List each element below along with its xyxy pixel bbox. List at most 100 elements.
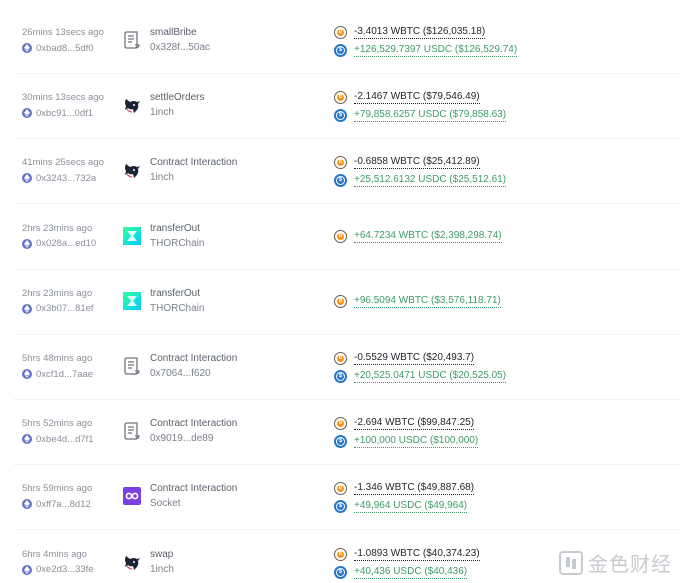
tx-amount[interactable]: B -3.4013 WBTC ($126,035.18) xyxy=(334,25,486,40)
tx-address-text: 0xff7a...8d12 xyxy=(36,498,91,510)
tx-address-text: 0x3b07...81ef xyxy=(36,303,94,315)
tx-amount[interactable]: $ +40,436 USDC ($40,436) xyxy=(334,565,468,580)
tx-amount-text: -0.6858 WBTC ($25,412.89) xyxy=(354,156,480,170)
ethereum-icon xyxy=(22,434,32,445)
tx-amount[interactable]: B +96.5094 WBTC ($3,576,118.71) xyxy=(334,294,501,309)
tx-address[interactable]: 0x028a...ed10 xyxy=(22,238,96,250)
tx-action: settleOrders xyxy=(150,92,205,104)
tx-action: transferOut xyxy=(150,287,201,299)
tx-address-text: 0xcf1d...7aae xyxy=(36,368,94,380)
usdc-icon: $ xyxy=(334,44,347,57)
row-divider xyxy=(14,203,680,205)
row-divider xyxy=(14,268,680,270)
usdc-icon: $ xyxy=(334,109,347,123)
tx-address[interactable]: 0xbe4d...d7f1 xyxy=(22,433,94,445)
tx-amount-text: -0.5529 WBTC ($20,493.7) xyxy=(354,352,475,365)
usdc-icon: $ xyxy=(334,174,347,188)
usdc-icon: $ xyxy=(334,500,347,514)
tx-amount[interactable]: B -1.346 WBTC ($49,887.68) xyxy=(334,481,475,496)
tx-amount[interactable]: $ +79,858.6257 USDC ($79,858.63) xyxy=(334,108,507,123)
tx-amount[interactable]: B +64.7234 WBTC ($2,398,298.74) xyxy=(334,229,502,244)
tx-amount[interactable]: $ +126,529.7397 USDC ($126,529.74) xyxy=(334,43,518,58)
wbtc-icon: B xyxy=(334,26,347,39)
tx-action: Contract Interaction xyxy=(150,157,238,169)
thorchain-icon xyxy=(121,290,143,312)
tx-action: smallBribe xyxy=(150,27,197,38)
tx-amount[interactable]: B -2.1467 WBTC ($79,546.49) xyxy=(334,90,480,105)
tx-protocol[interactable]: 1inch xyxy=(150,564,174,575)
tx-time: 2hrs 23mins ago xyxy=(22,222,93,234)
tx-address[interactable]: 0x3b07...81ef xyxy=(22,303,94,315)
row-divider xyxy=(14,529,680,531)
tx-amount[interactable]: B -0.5529 WBTC ($20,493.7) xyxy=(334,351,475,366)
tx-protocol[interactable]: THORChain xyxy=(150,303,204,314)
unicorn-icon xyxy=(121,159,143,181)
ethereum-icon xyxy=(22,238,32,249)
tx-address[interactable]: 0xff7a...8d12 xyxy=(22,498,91,510)
wbtc-icon: B xyxy=(334,482,347,496)
tx-time: 5hrs 52mins ago xyxy=(22,418,93,430)
tx-amount-text: +96.5094 WBTC ($3,576,118.71) xyxy=(354,294,501,308)
tx-amount-text: +79,858.6257 USDC ($79,858.63) xyxy=(354,109,507,123)
thorchain-icon xyxy=(121,225,143,247)
tx-address[interactable]: 0xcf1d...7aae xyxy=(22,368,93,380)
tx-address[interactable]: 0xbad8...5df0 xyxy=(22,42,94,54)
tx-address[interactable]: 0xe2d3...33fe xyxy=(22,564,94,576)
tx-amount-text: +40,436 USDC ($40,436) xyxy=(354,565,468,579)
tx-amount-text: +126,529.7397 USDC ($126,529.74) xyxy=(354,44,518,57)
tx-amount-text: +100,000 USDC ($100,000) xyxy=(354,435,479,449)
row-divider xyxy=(14,73,680,74)
tx-amount[interactable]: $ +100,000 USDC ($100,000) xyxy=(334,434,479,449)
scroll-icon xyxy=(121,29,143,51)
tx-action: Contract Interaction xyxy=(150,353,238,364)
wbtc-icon: B xyxy=(334,229,347,243)
tx-action: Contract Interaction xyxy=(150,483,238,495)
tx-time: 41mins 25secs ago xyxy=(22,157,104,169)
tx-time: 5hrs 48mins ago xyxy=(22,353,93,364)
tx-amount[interactable]: B -1.0893 WBTC ($40,374.23) xyxy=(334,547,480,562)
socket-icon xyxy=(121,485,143,507)
tx-action: Contract Interaction xyxy=(150,418,238,430)
tx-amount[interactable]: $ +20,525.0471 USDC ($20,525.05) xyxy=(334,369,507,384)
watermark-text: 金色财经 xyxy=(588,554,672,576)
ethereum-icon xyxy=(22,173,32,184)
tx-amount[interactable]: $ +25,512.6132 USDC ($25,512.61) xyxy=(334,173,507,188)
tx-protocol[interactable]: THORChain xyxy=(150,238,204,249)
tx-amount-text: -2.694 WBTC ($99,847.25) xyxy=(354,417,475,431)
tx-address[interactable]: 0xbc91...0df1 xyxy=(22,107,93,119)
wbtc-icon: B xyxy=(334,294,347,308)
tx-protocol[interactable]: Socket xyxy=(150,498,181,509)
tx-amount[interactable]: B -2.694 WBTC ($99,847.25) xyxy=(334,416,475,431)
ethereum-icon xyxy=(22,108,32,119)
tx-time: 26mins 13secs ago xyxy=(22,27,104,38)
row-divider xyxy=(14,464,680,466)
tx-address-text: 0xbc91...0df1 xyxy=(36,107,94,119)
tx-address[interactable]: 0x3243...732a xyxy=(22,172,96,184)
wbtc-icon: B xyxy=(334,156,347,170)
wbtc-icon: B xyxy=(334,352,347,365)
tx-protocol[interactable]: 1inch xyxy=(150,172,174,183)
tx-protocol[interactable]: 0x328f...50ac xyxy=(150,42,210,53)
tx-action: transferOut xyxy=(150,222,201,234)
scroll-icon xyxy=(121,420,143,442)
tx-amount[interactable]: $ +49,964 USDC ($49,964) xyxy=(334,499,468,514)
tx-protocol[interactable]: 1inch xyxy=(150,107,174,118)
row-divider xyxy=(14,399,680,400)
tx-amount[interactable]: B -0.6858 WBTC ($25,412.89) xyxy=(334,155,480,170)
tx-action: swap xyxy=(150,548,174,560)
ethereum-icon xyxy=(22,369,32,379)
tx-protocol[interactable]: 0x9019...de89 xyxy=(150,433,213,444)
unicorn-icon xyxy=(121,94,143,116)
tx-amount-text: +49,964 USDC ($49,964) xyxy=(354,500,468,514)
tx-address-text: 0x3243...732a xyxy=(36,172,97,184)
wbtc-icon: B xyxy=(334,417,347,431)
watermark-logo-icon xyxy=(559,550,583,575)
tx-protocol[interactable]: 0x7064...f620 xyxy=(150,368,211,379)
tx-amount-text: -1.0893 WBTC ($40,374.23) xyxy=(354,547,480,561)
usdc-icon: $ xyxy=(334,435,347,449)
tx-amount-text: -3.4013 WBTC ($126,035.18) xyxy=(354,26,486,39)
tx-amount-text: +64.7234 WBTC ($2,398,298.74) xyxy=(354,229,502,243)
tx-amount-text: +25,512.6132 USDC ($25,512.61) xyxy=(354,174,507,188)
tx-address-text: 0xbad8...5df0 xyxy=(36,42,94,54)
watermark: 金色财经 xyxy=(558,548,672,577)
